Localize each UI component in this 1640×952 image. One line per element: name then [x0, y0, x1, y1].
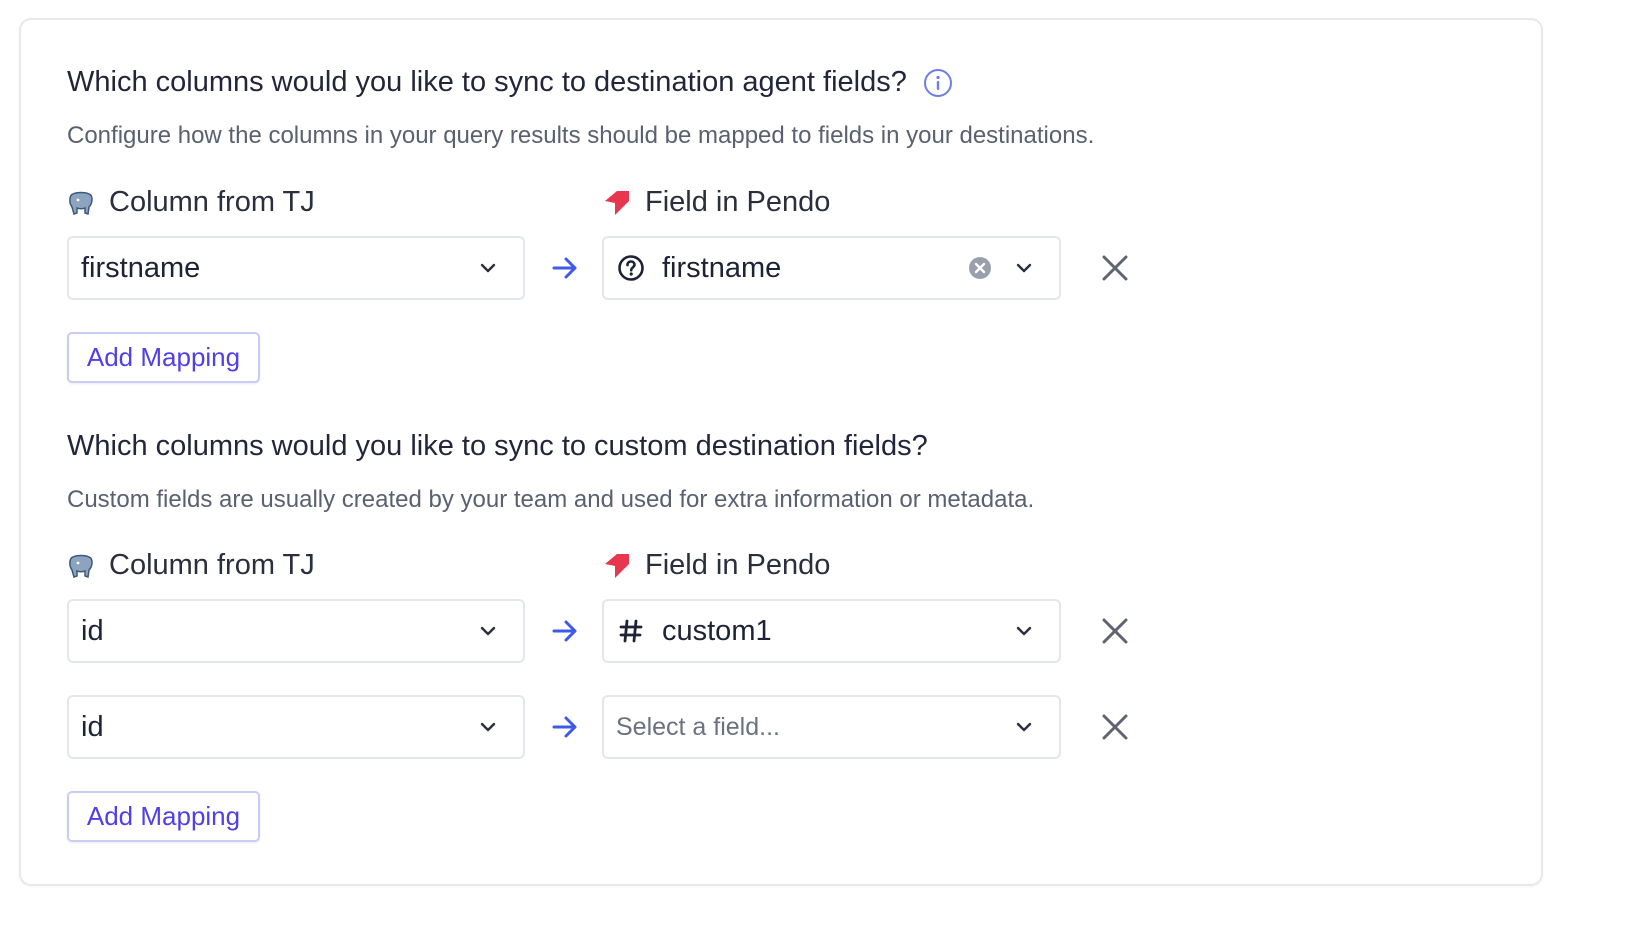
hash-icon: [616, 616, 646, 646]
source-select-custom-1[interactable]: id: [67, 599, 525, 663]
section-agent-title: Which columns would you like to sync to …: [67, 66, 907, 98]
arrow-right-icon: [551, 713, 579, 741]
dest-column-header: Field in Pendo: [601, 186, 830, 219]
postgres-elephant-icon: [67, 189, 95, 217]
pendo-logo-icon: [601, 189, 631, 217]
source-header-label: Column from TJ: [109, 186, 315, 218]
source-select-agent-1[interactable]: firstname: [67, 236, 525, 300]
source-column-header: Column from TJ: [67, 186, 315, 219]
add-mapping-button[interactable]: Add Mapping: [67, 791, 260, 842]
chevron-down-icon: [477, 257, 499, 279]
pendo-logo-icon: [601, 552, 631, 580]
source-select-custom-2[interactable]: id: [67, 695, 525, 759]
dest-select-value: custom1: [662, 614, 772, 647]
remove-mapping-icon[interactable]: [1100, 253, 1130, 283]
dest-select-custom-1[interactable]: custom1: [602, 599, 1061, 663]
info-icon[interactable]: [923, 68, 953, 98]
dest-select-placeholder: Select a field...: [616, 712, 780, 741]
chevron-down-icon: [477, 716, 499, 738]
dest-column-header: Field in Pendo: [601, 549, 830, 582]
section-agent-description: Configure how the columns in your query …: [67, 122, 1095, 149]
clear-circle-icon[interactable]: [967, 255, 993, 281]
dest-select-custom-2[interactable]: Select a field...: [602, 695, 1061, 759]
remove-mapping-icon[interactable]: [1100, 712, 1130, 742]
dest-header-label: Field in Pendo: [645, 186, 831, 218]
section-custom-heading: Which columns would you like to sync to …: [67, 430, 928, 463]
arrow-right-icon: [551, 617, 579, 645]
chevron-down-icon: [1013, 257, 1035, 279]
source-column-header: Column from TJ: [67, 549, 315, 582]
postgres-elephant-icon: [67, 552, 95, 580]
dest-select-value: firstname: [662, 251, 782, 284]
source-header-label: Column from TJ: [109, 549, 315, 581]
source-select-value: id: [81, 614, 104, 647]
dest-header-label: Field in Pendo: [645, 549, 831, 581]
add-mapping-button[interactable]: Add Mapping: [67, 332, 260, 383]
dest-select-agent-1[interactable]: firstname: [602, 236, 1061, 300]
source-select-value: firstname: [81, 251, 201, 284]
mapping-card: Which columns would you like to sync to …: [19, 18, 1543, 886]
section-custom-title: Which columns would you like to sync to …: [67, 430, 928, 462]
question-circle-icon: [616, 253, 646, 283]
section-agent-heading: Which columns would you like to sync to …: [67, 66, 953, 99]
section-custom-description: Custom fields are usually created by you…: [67, 486, 1035, 513]
chevron-down-icon: [1013, 620, 1035, 642]
source-select-value: id: [81, 710, 104, 743]
arrow-right-icon: [551, 254, 579, 282]
chevron-down-icon: [1013, 716, 1035, 738]
chevron-down-icon: [477, 620, 499, 642]
remove-mapping-icon[interactable]: [1100, 616, 1130, 646]
